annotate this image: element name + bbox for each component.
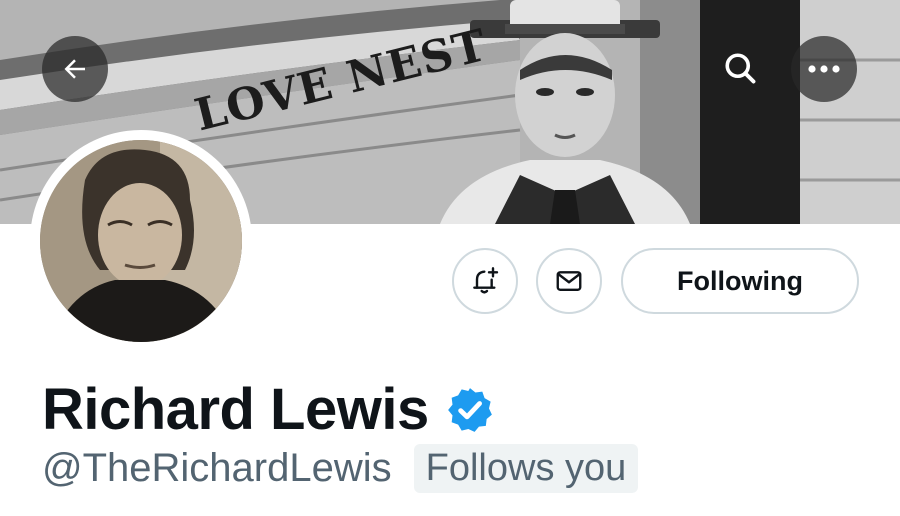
profile-page: LOVE NEST Following Richard Lewis @TheRi… [0,0,900,516]
profile-handle-row: @TheRichardLewis Follows you [42,444,639,493]
arrow-left-icon [64,59,85,79]
display-name: Richard Lewis [42,377,429,442]
following-button[interactable]: Following [621,248,859,314]
search-icon [725,53,756,84]
more-options-button[interactable] [791,36,857,102]
avatar-photo [40,140,242,342]
back-button[interactable] [42,36,108,102]
avatar[interactable] [30,130,252,352]
search-button[interactable] [712,40,768,96]
user-handle: @TheRichardLewis [42,446,392,490]
more-horizontal-icon [808,65,840,73]
follows-you-badge: Follows you [413,444,639,493]
verified-badge-icon[interactable] [445,385,495,435]
profile-name-row: Richard Lewis [42,376,495,443]
notifications-button[interactable] [452,248,518,314]
envelope-icon [556,271,582,291]
message-button[interactable] [536,248,602,314]
bell-plus-icon [473,267,499,294]
